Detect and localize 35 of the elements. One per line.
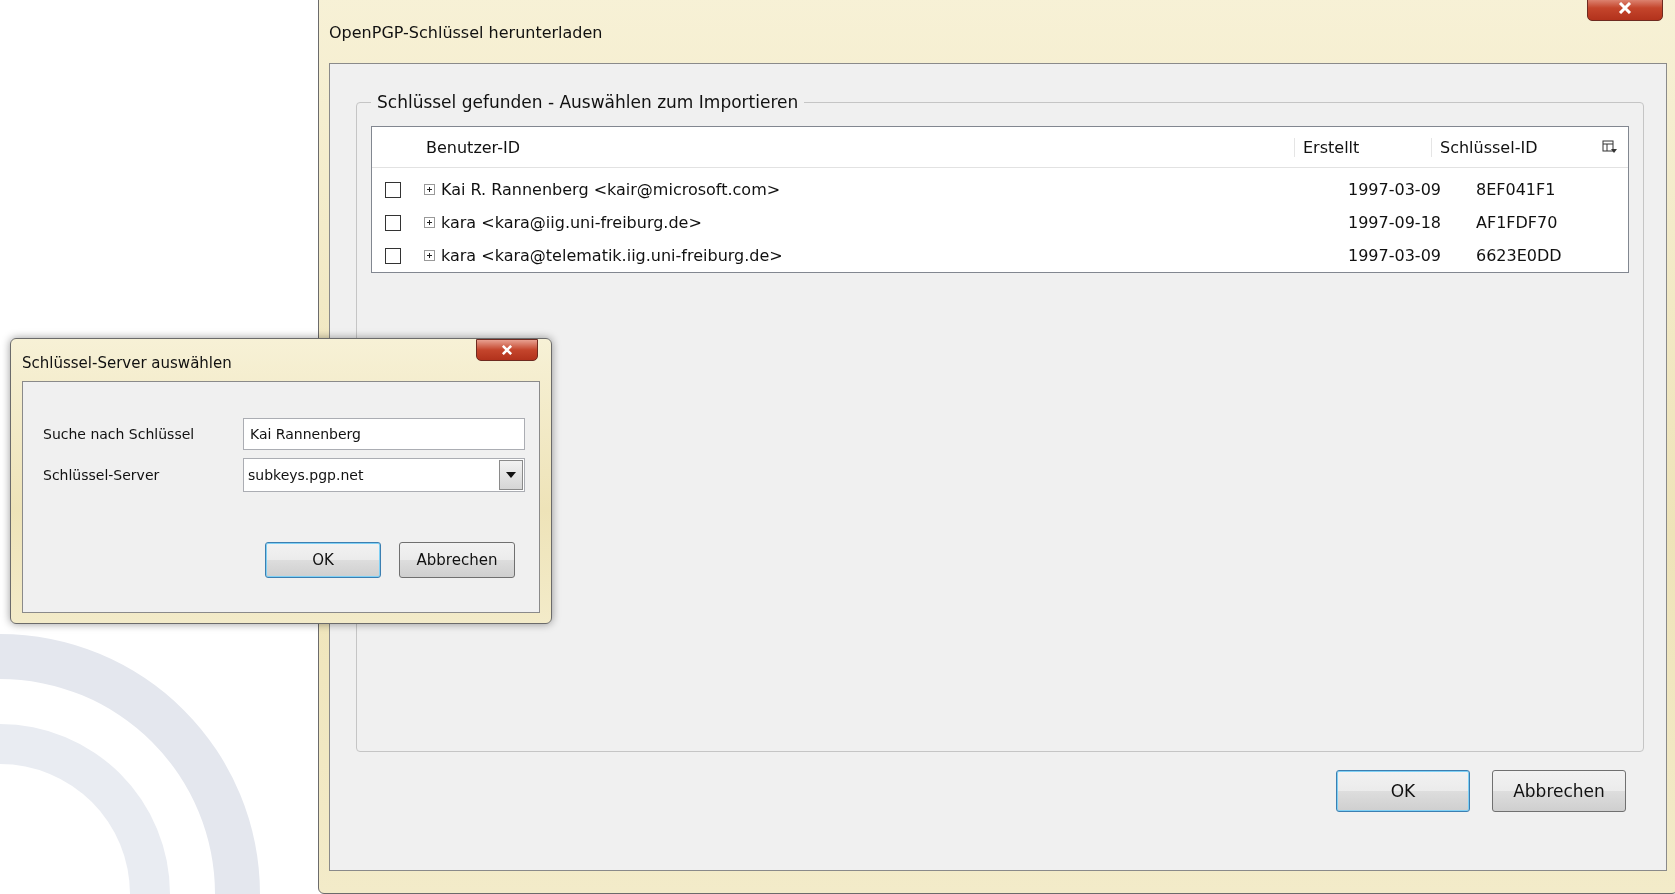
- dropdown-arrow-icon: [506, 472, 516, 478]
- close-button[interactable]: [1587, 0, 1663, 21]
- field-label: Schlüssel-Server: [43, 467, 161, 483]
- table-cell-text: 1997-09-18: [1348, 213, 1442, 232]
- expand-icon[interactable]: [424, 250, 435, 261]
- table-cell-text: 1997-03-09: [1348, 246, 1442, 265]
- column-header[interactable]: Schlüssel-ID: [1431, 137, 1592, 157]
- close-icon: [1617, 2, 1633, 14]
- checkbox[interactable]: [385, 247, 401, 264]
- table-cell-text: 1997-03-09: [1348, 180, 1442, 199]
- table-cell-text: AF1FDF70: [1476, 213, 1559, 232]
- expand-icon[interactable]: [424, 217, 435, 228]
- column-picker-icon[interactable]: [1602, 140, 1618, 154]
- column-header[interactable]: Erstellt: [1294, 137, 1431, 157]
- dialog-button[interactable]: Abbrechen: [399, 542, 515, 578]
- close-button[interactable]: [476, 339, 538, 361]
- table-cell-text: 8EF041F1: [1476, 180, 1557, 199]
- window-title: Schlüssel-Server auswählen: [22, 353, 232, 372]
- table-cell: kara <kara@iig.uni-freiburg.de>: [441, 213, 702, 232]
- dialog-button[interactable]: OK: [1336, 770, 1470, 812]
- column-header[interactable]: Benutzer-ID: [414, 137, 1294, 157]
- dialog-button[interactable]: Abbrechen: [1492, 770, 1626, 812]
- table-cell: Kai R. Rannenberg <kair@microsoft.com>: [441, 180, 781, 199]
- table-cell: kara <kara@telematik.iig.uni-freiburg.de>: [441, 246, 783, 265]
- table-cell-text: 6623E0DD: [1476, 246, 1563, 265]
- field-label: Suche nach Schlüssel: [43, 426, 196, 442]
- checkbox[interactable]: [385, 181, 401, 198]
- server-dropdown[interactable]: subkeys.pgp.net: [243, 458, 525, 492]
- group-label: Schlüssel gefunden - Auswählen zum Importieren: [376, 92, 800, 112]
- window-title: OpenPGP-Schlüssel herunterladen: [329, 21, 603, 42]
- checkbox[interactable]: [385, 214, 401, 231]
- expand-icon[interactable]: [424, 184, 435, 195]
- close-icon: [500, 345, 514, 355]
- search-field[interactable]: Kai Rannenberg: [243, 418, 525, 450]
- dialog-button[interactable]: OK: [265, 542, 381, 578]
